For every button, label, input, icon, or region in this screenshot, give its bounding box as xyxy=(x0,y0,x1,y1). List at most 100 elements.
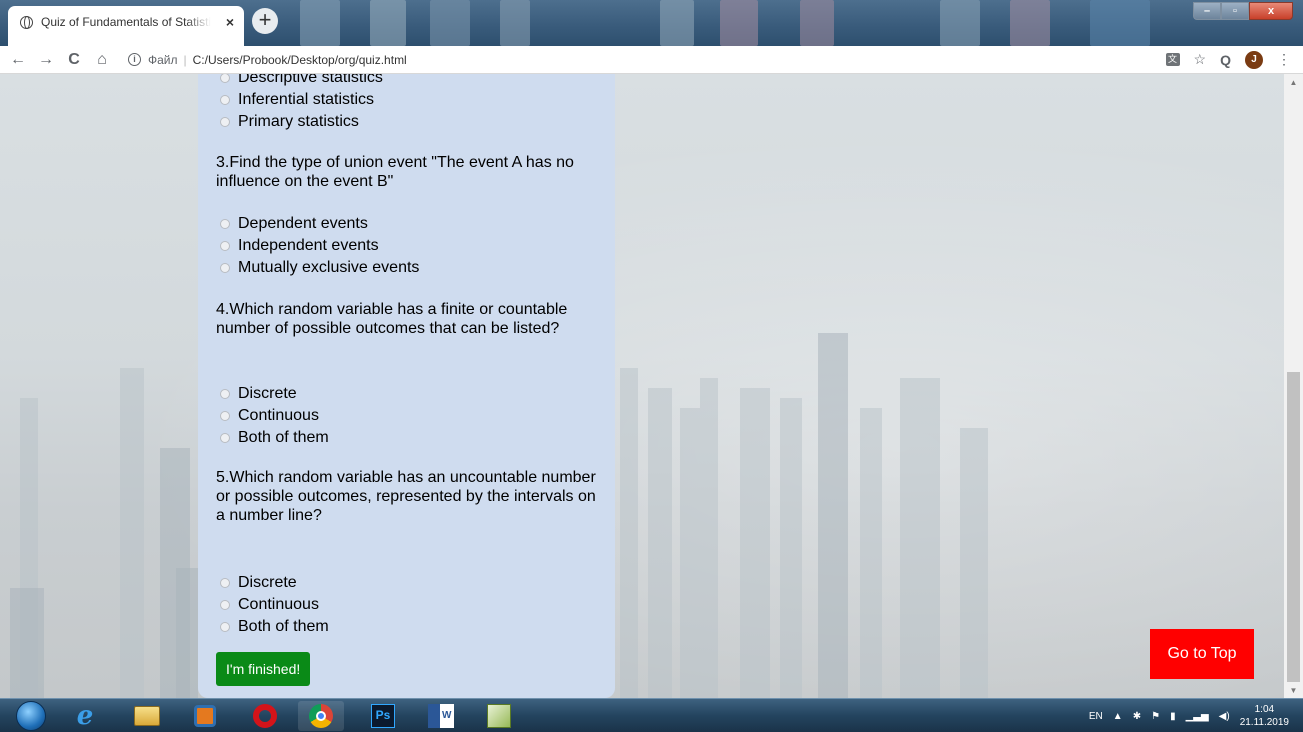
browser-toolbar: ← → C ⌂ i Файл | C:/Users/Probook/Deskto… xyxy=(0,46,1303,74)
background-building xyxy=(900,378,940,698)
background-thumbnail xyxy=(660,0,694,46)
back-arrow-icon[interactable]: ← xyxy=(6,51,30,69)
tray-expand-icon[interactable]: ▲ xyxy=(1113,711,1123,722)
quiz-option[interactable]: Independent events xyxy=(220,235,379,257)
background-building xyxy=(818,333,848,698)
quiz-option[interactable]: Discrete xyxy=(220,383,297,405)
avatar[interactable]: J xyxy=(1245,50,1263,69)
info-icon[interactable]: i xyxy=(128,53,141,66)
radio-button[interactable] xyxy=(220,389,230,399)
radio-button[interactable] xyxy=(220,263,230,273)
kebab-menu-icon[interactable]: ⋮ xyxy=(1277,51,1291,68)
go-to-top-button[interactable]: Go to Top xyxy=(1150,629,1254,679)
background-building xyxy=(960,428,988,698)
clock-time: 1:04 xyxy=(1254,704,1275,715)
quiz-option[interactable]: Discrete xyxy=(220,572,297,594)
quiz-option[interactable]: Continuous xyxy=(220,594,319,616)
search-icon[interactable]: Q xyxy=(1220,52,1231,68)
background-building xyxy=(120,368,144,698)
radio-button[interactable] xyxy=(220,433,230,443)
tray-clock[interactable]: 1:04 21.11.2019 xyxy=(1240,703,1289,729)
background-building xyxy=(620,368,638,698)
photoshop-label: Ps xyxy=(371,704,395,728)
action-center-icon[interactable]: ⚑ xyxy=(1151,711,1160,722)
star-icon[interactable]: ☆ xyxy=(1194,51,1207,68)
reload-icon[interactable]: C xyxy=(62,51,86,69)
finish-button[interactable]: I'm finished! xyxy=(216,652,311,686)
scroll-down-icon[interactable]: ▼ xyxy=(1284,684,1303,698)
page-viewport: Descriptive statistics Inferential stati… xyxy=(0,74,1284,698)
quiz-option[interactable]: Descriptive statistics xyxy=(220,74,383,89)
bluetooth-icon[interactable]: ✱ xyxy=(1133,711,1141,722)
background-building xyxy=(10,588,44,698)
project-icon[interactable] xyxy=(476,701,522,731)
quiz-option[interactable]: Both of them xyxy=(220,616,329,638)
option-label: Independent events xyxy=(238,237,379,254)
globe-icon xyxy=(20,15,33,29)
background-thumbnail xyxy=(300,0,340,46)
quiz-option[interactable]: Dependent events xyxy=(220,213,368,235)
tab-title: Quiz of Fundamentals of Statistic xyxy=(41,15,211,29)
power-icon[interactable]: ▮ xyxy=(1170,711,1176,722)
browser-tab-active[interactable]: Quiz of Fundamentals of Statistic × xyxy=(8,6,244,46)
background-building xyxy=(700,378,718,698)
background-thumbnail xyxy=(720,0,758,46)
minimize-button[interactable]: – xyxy=(1193,2,1221,20)
scroll-up-icon[interactable]: ▲ xyxy=(1284,76,1303,90)
radio-button[interactable] xyxy=(220,74,230,83)
new-tab-button[interactable]: + xyxy=(252,8,278,34)
background-building xyxy=(860,408,882,698)
opera-icon[interactable] xyxy=(242,701,288,731)
volume-icon[interactable]: ◀) xyxy=(1219,711,1230,722)
url-text[interactable]: C:/Users/Probook/Desktop/org/quiz.html xyxy=(193,53,407,67)
option-label: Mutually exclusive events xyxy=(238,259,420,276)
chrome-icon[interactable] xyxy=(298,701,344,731)
radio-button[interactable] xyxy=(220,117,230,127)
forward-arrow-icon[interactable]: → xyxy=(34,51,58,69)
system-tray: EN ▲ ✱ ⚑ ▮ ▁▃▅ ◀) 1:04 21.11.2019 xyxy=(1089,699,1289,732)
radio-button[interactable] xyxy=(220,241,230,251)
background-building xyxy=(176,568,198,698)
media-player-icon[interactable] xyxy=(182,701,228,731)
scrollbar-thumb[interactable] xyxy=(1287,372,1300,682)
scheme-label: Файл xyxy=(148,52,178,67)
translate-icon[interactable]: 文 xyxy=(1165,53,1180,66)
windows-start-icon[interactable] xyxy=(16,701,46,731)
radio-button[interactable] xyxy=(220,600,230,610)
home-icon[interactable]: ⌂ xyxy=(90,51,114,69)
photoshop-icon[interactable]: Ps xyxy=(360,701,406,731)
quiz-option[interactable]: Mutually exclusive events xyxy=(220,257,419,279)
background-building xyxy=(740,388,770,698)
tab-close-icon[interactable]: × xyxy=(226,15,234,29)
option-label: Inferential statistics xyxy=(238,91,375,108)
windows-taskbar: e Ps W EN ▲ ✱ ⚑ ▮ ▁▃▅ ◀) 1:04 21.11.2019 xyxy=(0,698,1303,732)
quiz-option[interactable]: Both of them xyxy=(220,427,329,449)
language-indicator[interactable]: EN xyxy=(1089,711,1103,722)
address-bar[interactable]: i Файл | C:/Users/Probook/Desktop/org/qu… xyxy=(128,53,407,67)
background-thumbnail xyxy=(430,0,470,46)
option-label: Dependent events xyxy=(238,215,368,232)
quiz-option[interactable]: Primary statistics xyxy=(220,111,359,133)
browser-tab-strip: Quiz of Fundamentals of Statistic × + – … xyxy=(0,0,1303,46)
ie-icon[interactable]: e xyxy=(62,701,108,731)
quiz-panel: Descriptive statistics Inferential stati… xyxy=(198,74,615,698)
quiz-option[interactable]: Inferential statistics xyxy=(220,89,374,111)
maximize-button[interactable]: ▫ xyxy=(1221,2,1249,20)
radio-button[interactable] xyxy=(220,622,230,632)
window-controls: – ▫ x xyxy=(1193,2,1293,20)
radio-button[interactable] xyxy=(220,219,230,229)
radio-button[interactable] xyxy=(220,95,230,105)
network-signal-icon[interactable]: ▁▃▅ xyxy=(1186,711,1209,722)
page-scrollbar[interactable]: ▲ ▼ xyxy=(1284,74,1303,698)
close-window-button[interactable]: x xyxy=(1249,2,1293,20)
option-label: Both of them xyxy=(238,429,329,446)
clock-date: 21.11.2019 xyxy=(1239,717,1289,728)
word-icon[interactable]: W xyxy=(418,701,464,731)
quiz-option[interactable]: Continuous xyxy=(220,405,319,427)
explorer-folder-icon[interactable] xyxy=(124,701,170,731)
background-thumbnail xyxy=(940,0,980,46)
url-separator: | xyxy=(183,52,187,67)
option-label: Primary statistics xyxy=(238,113,359,130)
radio-button[interactable] xyxy=(220,411,230,421)
radio-button[interactable] xyxy=(220,578,230,588)
